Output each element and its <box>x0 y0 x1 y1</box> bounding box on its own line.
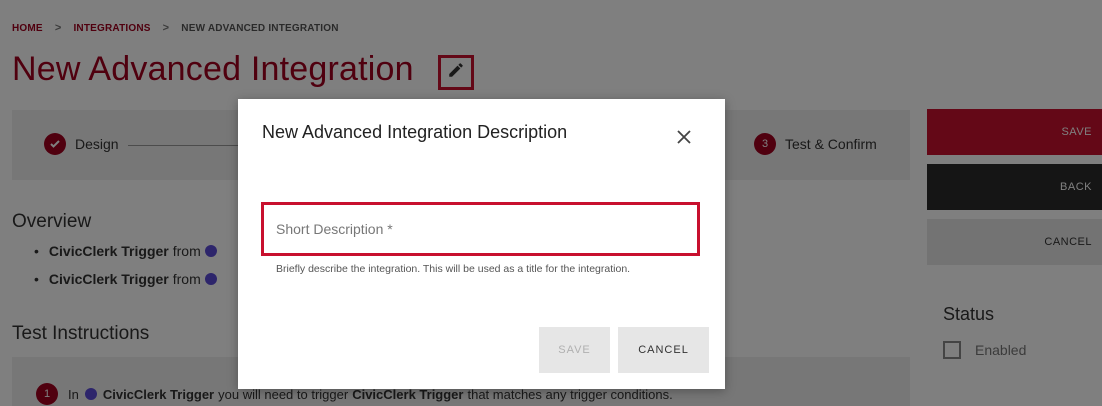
dialog-save-button[interactable]: SAVE <box>539 327 610 373</box>
short-description-input[interactable] <box>261 202 700 256</box>
dialog-title: New Advanced Integration Description <box>262 122 568 142</box>
close-button[interactable] <box>674 129 694 149</box>
close-icon <box>676 129 692 150</box>
description-dialog: New Advanced Integration Description Bri… <box>238 99 725 389</box>
helper-text: Briefly describe the integration. This w… <box>276 263 631 275</box>
dialog-cancel-button[interactable]: CANCEL <box>618 327 709 373</box>
